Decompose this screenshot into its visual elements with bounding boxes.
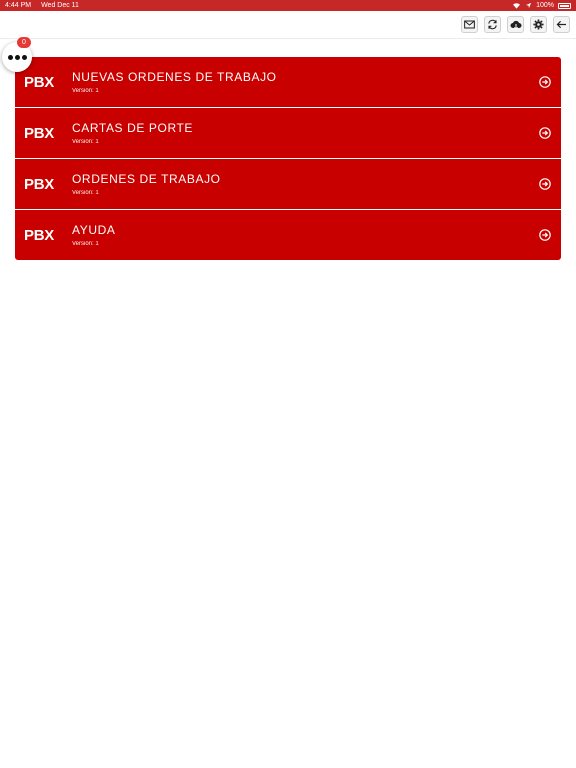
module-item-cartas-de-porte[interactable]: PBX CARTAS DE PORTE Versión: 1	[15, 108, 561, 158]
pbx-logo: PBX	[24, 73, 54, 91]
module-text: ORDENES DE TRABAJO Versión: 1	[72, 172, 539, 196]
arrow-right-circle-icon[interactable]	[539, 229, 551, 241]
module-text: CARTAS DE PORTE Versión: 1	[72, 121, 539, 145]
module-list: PBX NUEVAS ORDENES DE TRABAJO Versión: 1…	[15, 57, 561, 260]
gear-icon	[533, 19, 544, 30]
battery-icon	[558, 2, 571, 9]
arrow-right-circle-icon[interactable]	[539, 76, 551, 88]
module-item-ordenes-de-trabajo[interactable]: PBX ORDENES DE TRABAJO Versión: 1	[15, 159, 561, 209]
module-text: NUEVAS ORDENES DE TRABAJO Versión: 1	[72, 70, 539, 94]
pbx-logo: PBX	[24, 175, 54, 193]
wifi-icon	[513, 3, 521, 9]
module-title: NUEVAS ORDENES DE TRABAJO	[72, 70, 277, 84]
notification-badge: 0	[17, 37, 31, 48]
module-item-ayuda[interactable]: PBX AYUDA Versión: 1	[15, 210, 561, 260]
download-button[interactable]	[507, 16, 524, 33]
module-text: AYUDA Versión: 1	[72, 223, 539, 247]
module-title: CARTAS DE PORTE	[72, 121, 194, 135]
sync-icon	[488, 19, 497, 30]
module-title: ORDENES DE TRABAJO	[72, 172, 221, 186]
pbx-logo: PBX	[24, 124, 54, 142]
back-button[interactable]	[553, 16, 570, 33]
module-version: Versión: 1	[72, 88, 99, 94]
settings-button[interactable]	[530, 16, 547, 33]
back-arrow-icon	[556, 20, 566, 29]
location-icon	[525, 2, 532, 9]
pbx-logo: PBX	[24, 226, 54, 244]
status-date: Wed Dec 11	[41, 2, 79, 9]
arrow-right-circle-icon[interactable]	[539, 127, 551, 139]
ellipsis-icon	[7, 54, 27, 60]
sync-button[interactable]	[484, 16, 501, 33]
arrow-right-circle-icon[interactable]	[539, 178, 551, 190]
battery-percent: 100%	[536, 2, 554, 9]
module-version: Versión: 1	[72, 190, 99, 196]
module-item-nuevas-ordenes[interactable]: PBX NUEVAS ORDENES DE TRABAJO Versión: 1	[15, 57, 561, 107]
module-title: AYUDA	[72, 223, 116, 237]
module-version: Versión: 1	[72, 139, 99, 145]
status-right: 100%	[512, 2, 571, 9]
mail-icon	[464, 20, 475, 29]
mail-button[interactable]	[461, 16, 478, 33]
status-time: 4:44 PM	[5, 2, 32, 9]
status-bar: 4:44 PM Wed Dec 11 100%	[0, 0, 576, 11]
toolbar	[0, 11, 576, 39]
module-version: Versión: 1	[72, 241, 99, 247]
cloud-download-icon	[510, 20, 521, 30]
